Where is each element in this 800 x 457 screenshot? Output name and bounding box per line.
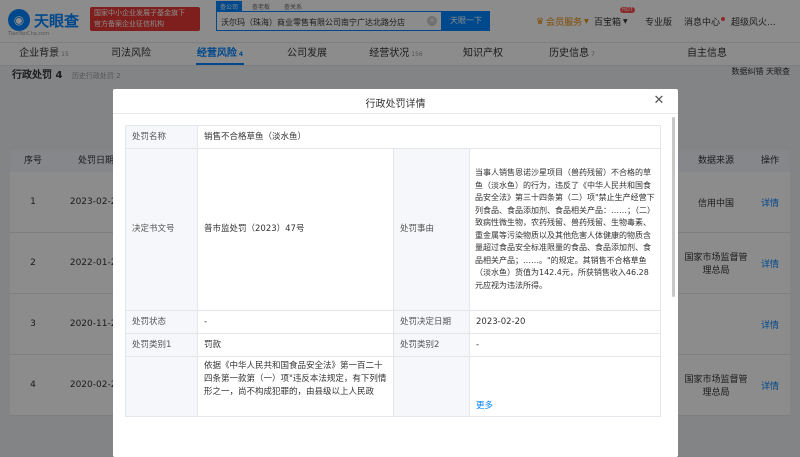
detail-table: 处罚名称 销售不合格草鱼（淡水鱼） 决定书文号 普市监处罚（2023）47号 处… bbox=[125, 125, 662, 417]
value-penalty-basis: 依据《中华人民共和国食品安全法》第一百二十四条第一款第（一）项"违反本法规定，有… bbox=[197, 356, 394, 417]
modal-header: 行政处罚详情 ✕ bbox=[113, 89, 678, 114]
value-penalty-name: 销售不合格草鱼（淡水鱼） bbox=[196, 125, 662, 149]
value-penalty-type-2: - bbox=[468, 333, 662, 357]
label-penalty-reason: 处罚事由 bbox=[393, 148, 470, 311]
close-icon[interactable]: ✕ bbox=[652, 94, 666, 108]
label-decision-date: 处罚决定日期 bbox=[393, 310, 470, 334]
penalty-detail-modal: 行政处罚详情 ✕ 处罚名称 销售不合格草鱼（淡水鱼） 决定书文号 普市监处罚（2… bbox=[113, 89, 678, 457]
value-decision-number: 普市监处罚（2023）47号 bbox=[197, 148, 394, 311]
modal-scrollbar[interactable] bbox=[672, 117, 675, 297]
modal-title: 行政处罚详情 bbox=[365, 99, 426, 110]
more-link[interactable]: 更多 bbox=[476, 401, 493, 411]
value-decision-date: 2023-02-20 bbox=[468, 310, 662, 334]
label-decision-number: 决定书文号 bbox=[125, 148, 198, 311]
value-penalty-status: - bbox=[197, 310, 394, 334]
value-penalty-reason: 当事人销售恩诺沙星项目（兽药残留）不合格的草鱼（淡水鱼）的行为，违反了《中华人民… bbox=[468, 148, 662, 311]
label-penalty-basis bbox=[125, 356, 198, 417]
label-penalty-status: 处罚状态 bbox=[125, 310, 198, 334]
label-penalty-name: 处罚名称 bbox=[125, 125, 198, 149]
more-cell: 更多 bbox=[468, 356, 662, 417]
value-penalty-type-1: 罚款 bbox=[197, 333, 394, 357]
label-penalty-type-1: 处罚类别1 bbox=[125, 333, 198, 357]
modal-body: 处罚名称 销售不合格草鱼（淡水鱼） 决定书文号 普市监处罚（2023）47号 处… bbox=[125, 125, 662, 417]
label-blank bbox=[393, 356, 470, 417]
label-penalty-type-2: 处罚类别2 bbox=[393, 333, 470, 357]
